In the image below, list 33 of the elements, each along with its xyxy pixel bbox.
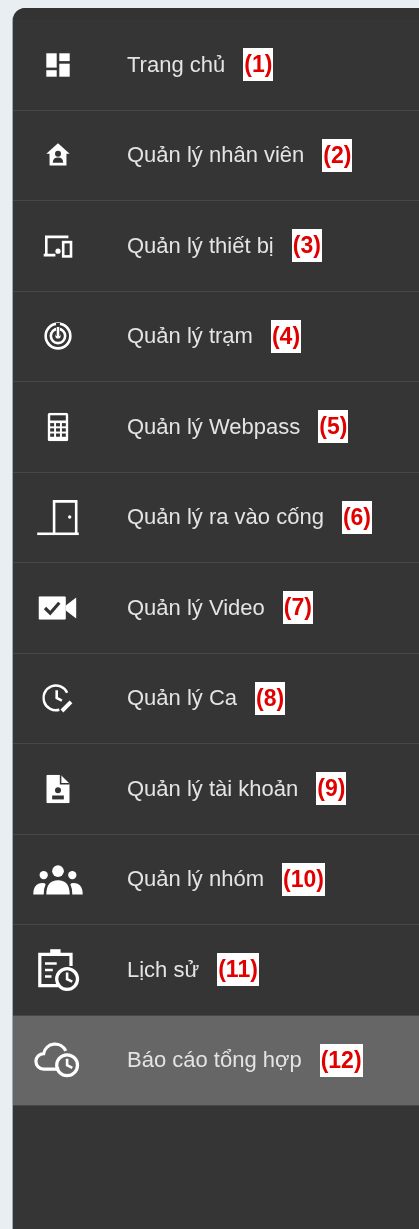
menu-item[interactable]: Quản lý thiết bị (3)	[13, 201, 419, 292]
menu-item[interactable]: Quản lý Webpass (5)	[13, 382, 419, 473]
menu-item[interactable]: Quản lý Ca (8)	[13, 653, 419, 744]
radar-icon	[43, 321, 73, 351]
dashboard-icon	[45, 51, 71, 78]
menu-item[interactable]: Quản lý tài khoản (9)	[13, 744, 419, 835]
menu-item[interactable]: Trang chủ (1)	[13, 20, 419, 111]
number-badge: (9)	[316, 772, 347, 806]
number-badge: (10)	[281, 862, 325, 896]
menu-item[interactable]: Báo cáo tổng hợp (12)	[13, 1015, 419, 1106]
number-badge: (3)	[291, 229, 322, 263]
number-badge: (4)	[270, 319, 302, 353]
group-icon	[32, 862, 84, 897]
calculator-icon	[47, 412, 69, 442]
number-badge: (8)	[255, 681, 286, 715]
number-badge: (12)	[319, 1043, 363, 1077]
menu-item[interactable]: Quản lý ra vào cống (6)	[13, 472, 419, 563]
video-camera-icon	[38, 596, 78, 620]
menu-item[interactable]: Lịch sử (11)	[13, 925, 419, 1016]
number-badge: (6)	[341, 500, 373, 534]
number-badge: (11)	[217, 953, 259, 987]
door-icon	[35, 499, 81, 536]
number-badge: (2)	[322, 138, 353, 172]
number-badge: (1)	[243, 48, 274, 82]
menu-item[interactable]: Quản lý nhân viên (2)	[13, 110, 419, 201]
calendar-clock-icon	[35, 946, 81, 994]
number-badge: (7)	[282, 591, 313, 625]
menu-item[interactable]: Quản lý Video (7)	[13, 563, 419, 654]
person-document-icon	[46, 774, 70, 804]
menu-item[interactable]: Quản lý trạm (4)	[13, 291, 419, 382]
number-badge: (5)	[318, 410, 349, 444]
menu-item[interactable]: Quản lý nhóm (10)	[13, 834, 419, 925]
clock-icon	[42, 682, 74, 714]
